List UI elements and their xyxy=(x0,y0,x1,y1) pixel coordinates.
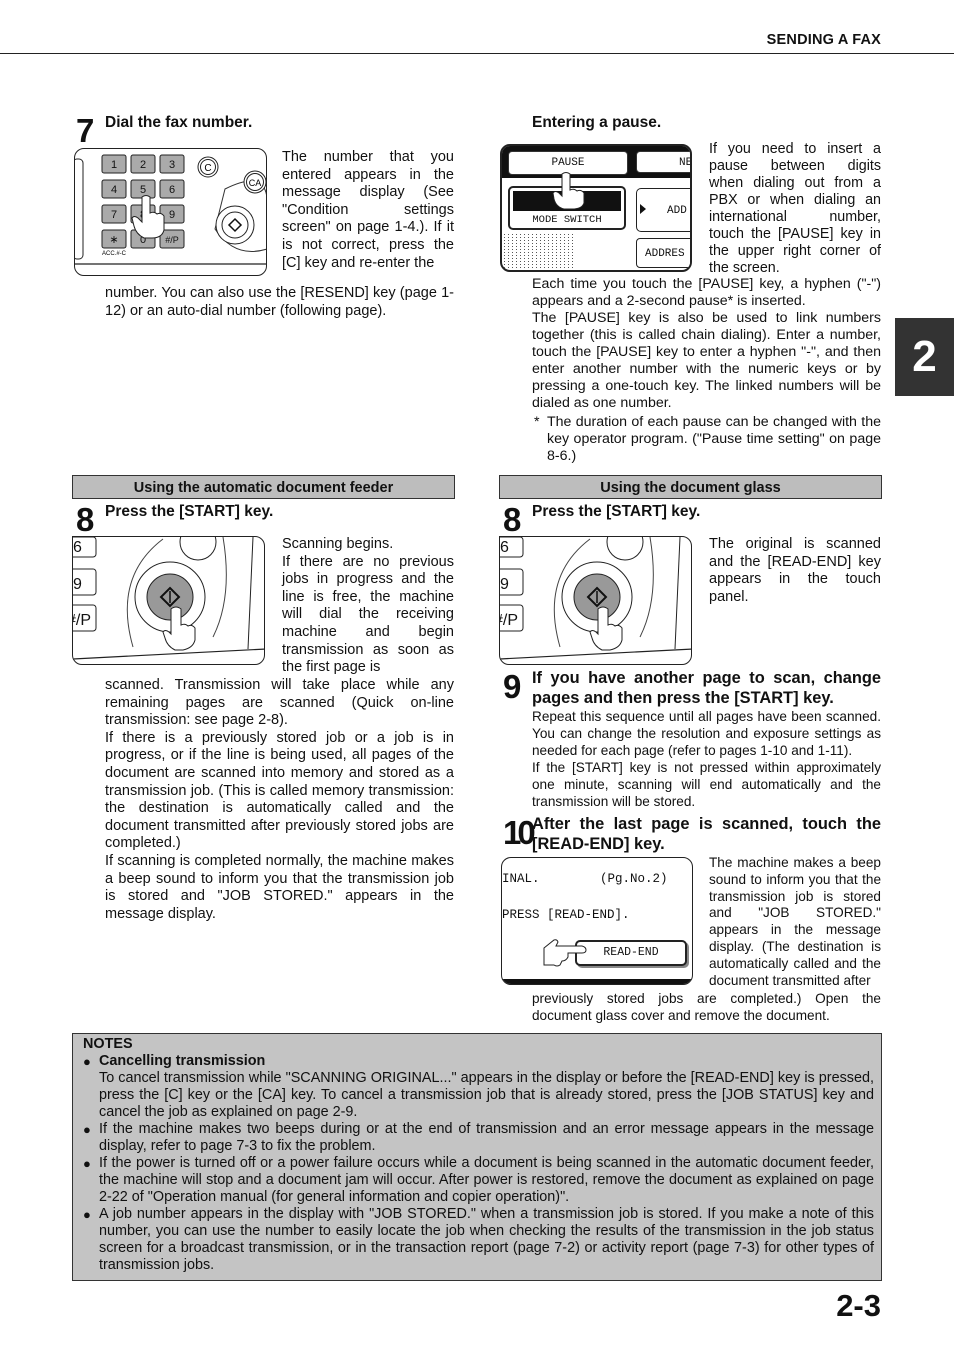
glass-section-bar: Using the document glass xyxy=(499,475,882,499)
keypad-key-label: 3 xyxy=(169,159,175,171)
step-title: Press the [START] key. xyxy=(105,503,274,520)
header-rule xyxy=(0,53,954,54)
page-number: 2-3 xyxy=(836,1288,881,1323)
pause-below-text-1: Each time you touch the [PAUSE] key, a h… xyxy=(532,276,881,309)
note-item: ● If the machine makes two beeps during … xyxy=(83,1121,874,1155)
step-number: 9 xyxy=(503,668,521,705)
read-end-key[interactable]: READ-END xyxy=(575,940,687,966)
step-title: If you have another page to scan, change… xyxy=(532,669,881,707)
notes-box: NOTES ● Cancelling transmission To cance… xyxy=(72,1033,882,1281)
pause-title: Entering a pause. xyxy=(532,114,662,131)
note-item: ● Cancelling transmission xyxy=(83,1053,874,1070)
section-title: SENDING A FAX xyxy=(766,32,881,48)
keypad-key-label: ∗ xyxy=(109,234,118,246)
glass-side-text: The original is scanned and the [READ-EN… xyxy=(709,536,881,605)
adf-side-text: Scanning begins. If there are no previou… xyxy=(282,536,454,676)
note-text: To cancel transmission while "SCANNING O… xyxy=(99,1070,874,1120)
pause-side-text: If you need to insert a pause between di… xyxy=(709,141,881,276)
step-title: After the last page is scanned, touch th… xyxy=(532,815,881,853)
adf-below-text: scanned. Transmission will take place wh… xyxy=(105,677,454,922)
note-item: ● A job number appears in the display wi… xyxy=(83,1206,874,1274)
screen-page-number: (Pg.No.2) xyxy=(600,872,668,886)
note-text: If the machine makes two beeps during or… xyxy=(99,1121,874,1154)
keypad-key-label: #/P xyxy=(165,235,179,245)
key-label: 9 xyxy=(500,576,509,593)
step-title: Press the [START] key. xyxy=(532,503,701,520)
note-text: If the power is turned off or a power fa… xyxy=(99,1155,874,1205)
start-key-illustration: 6 9 #/P xyxy=(499,536,692,665)
pause-footnote: The duration of each pause can be change… xyxy=(547,414,881,464)
note-text: A job number appears in the display with… xyxy=(99,1206,874,1273)
acc-label: ACC.#-C xyxy=(102,251,127,257)
read-end-screen-illustration: INAL. (Pg.No.2) PRESS [READ-END]. READ-E… xyxy=(501,857,693,985)
keypad-key-label: 7 xyxy=(111,209,117,221)
step-title: Dial the fax number. xyxy=(105,114,253,131)
step-number: 7 xyxy=(76,112,94,149)
note-heading: Cancelling transmission xyxy=(99,1053,266,1069)
address-key[interactable]: ADDRES xyxy=(636,238,690,268)
keypad-key-label: 2 xyxy=(140,159,146,171)
arrow-right-icon xyxy=(640,204,646,214)
step9-text: Repeat this sequence until all pages hav… xyxy=(532,709,881,809)
start-key-drawing: 6 9 #/P xyxy=(500,537,691,660)
mode-switch-label: MODE SWITCH xyxy=(532,214,602,226)
next-key[interactable]: NE xyxy=(636,151,690,173)
bullet-icon: ● xyxy=(83,1156,91,1171)
keypad-key-label: 1 xyxy=(111,159,117,171)
adf-section-bar: Using the automatic document feeder xyxy=(72,475,455,499)
step7-below-text: number. You can also use the [RESEND] ke… xyxy=(105,285,454,319)
chapter-tab: 2 xyxy=(895,318,954,396)
note-item: ● If the power is turned off or a power … xyxy=(83,1155,874,1206)
notes-title: NOTES xyxy=(83,1036,133,1052)
key-label: 6 xyxy=(500,539,509,556)
keypad-key-label: 4 xyxy=(111,184,117,196)
bullet-icon: ● xyxy=(83,1207,91,1222)
step10-side-text: The machine makes a beep sound to inform… xyxy=(709,855,881,988)
keypad-key-label: 9 xyxy=(169,209,175,221)
keypad-illustration: 123456789∗0#/P C CA ACC.#-C xyxy=(74,148,267,276)
screen-line-1-left: INAL. xyxy=(502,872,540,886)
screen-line-2: PRESS [READ-END]. xyxy=(502,908,630,922)
dotted-pattern xyxy=(504,234,574,270)
step-number: 8 xyxy=(76,501,94,538)
ca-key-label: CA xyxy=(249,178,262,188)
start-key-drawing: 6 9 #/P xyxy=(73,537,264,660)
step-number: 8 xyxy=(503,501,521,538)
bullet-icon: ● xyxy=(83,1054,91,1069)
pause-below-text-2: The [PAUSE] key is also be used to link … xyxy=(532,310,881,411)
keypad-drawing: 123456789∗0#/P C CA ACC.#-C xyxy=(75,154,266,265)
key-label: #/P xyxy=(73,612,91,629)
footnote-mark: * xyxy=(534,414,540,430)
hand-pointing-icon xyxy=(543,939,587,967)
bullet-icon: ● xyxy=(83,1122,91,1137)
keypad-key-label: 6 xyxy=(169,184,175,196)
key-label: 6 xyxy=(73,539,82,556)
key-label: 9 xyxy=(73,576,82,593)
keypad-key-label: 5 xyxy=(140,184,146,196)
hand-pointer-icon xyxy=(552,172,585,210)
step7-side-text: The number that you entered appears in t… xyxy=(282,149,454,271)
key-label: #/P xyxy=(500,612,518,629)
step10-below-text: previously stored jobs are completed.) O… xyxy=(532,991,881,1023)
c-key-label: C xyxy=(204,163,211,174)
step-number: 10 xyxy=(503,814,536,851)
start-key-illustration: 6 9 #/P xyxy=(72,536,265,665)
pause-screen-illustration: PAUSE NE MODE SWITCH ADD ADDRES xyxy=(500,144,692,272)
